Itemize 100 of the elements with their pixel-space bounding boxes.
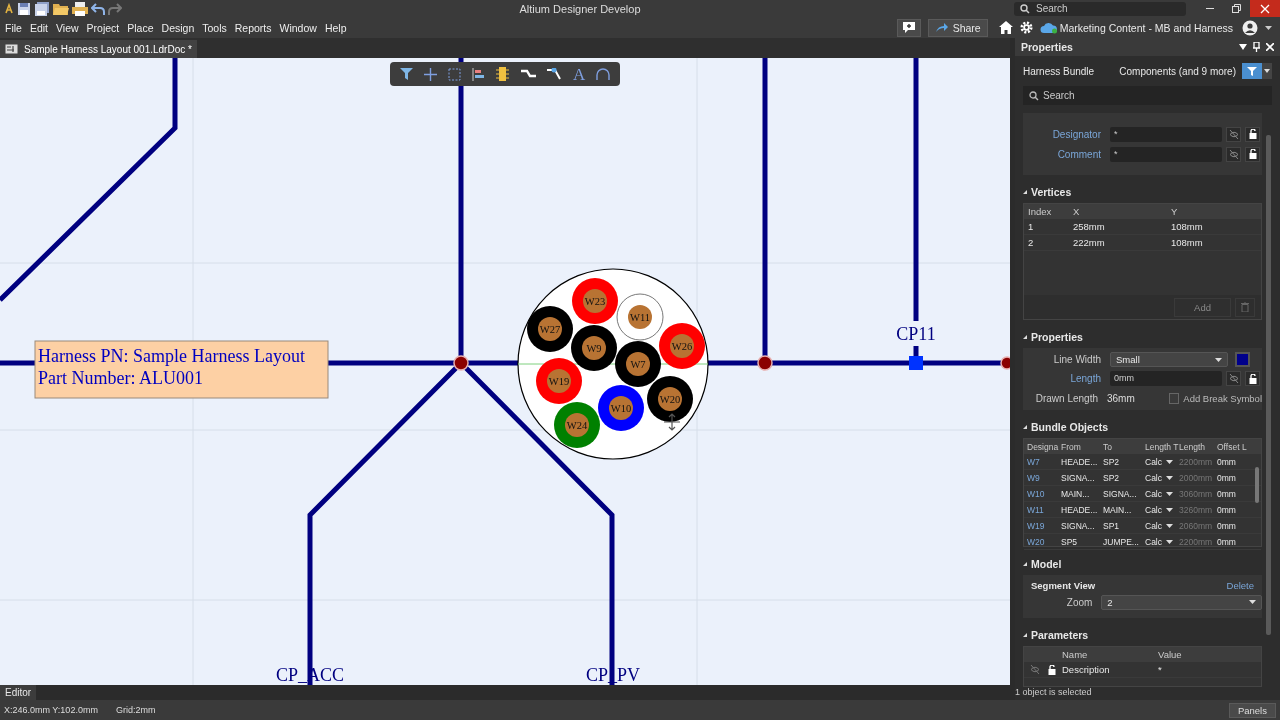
- length-type-dropdown[interactable]: Calc: [1142, 536, 1176, 547]
- workspace-button[interactable]: Marketing Content - MB and Harness: [1039, 21, 1233, 34]
- menu-item[interactable]: Edit: [29, 21, 48, 34]
- caret-icon: [1215, 357, 1222, 362]
- column-header[interactable]: Index: [1024, 206, 1069, 217]
- search-field[interactable]: Search: [1023, 86, 1272, 105]
- close-button[interactable]: [1250, 0, 1280, 17]
- length-type-dropdown[interactable]: Calc: [1142, 456, 1176, 467]
- arc-icon[interactable]: [596, 68, 611, 80]
- filter-button[interactable]: [1242, 63, 1262, 79]
- comment-button[interactable]: [896, 18, 921, 37]
- collapse-icon[interactable]: [1023, 190, 1027, 194]
- scrollbar[interactable]: [1255, 467, 1259, 503]
- column-header[interactable]: X: [1069, 206, 1167, 217]
- menu-item[interactable]: Place: [127, 21, 154, 34]
- collapse-icon[interactable]: [1023, 335, 1027, 339]
- undo-icon[interactable]: [91, 2, 105, 15]
- menu-item[interactable]: Project: [86, 21, 120, 34]
- dropdown-icon[interactable]: [1239, 44, 1247, 50]
- length-type-dropdown[interactable]: Calc: [1142, 472, 1176, 483]
- text-field[interactable]: *: [1110, 126, 1222, 142]
- visibility-toggle[interactable]: [1226, 126, 1241, 142]
- color-swatch[interactable]: [1235, 352, 1250, 368]
- document-tab[interactable]: Sample Harness Layout 001.LdrDoc *: [0, 40, 197, 58]
- column-header[interactable]: To: [1100, 441, 1142, 452]
- filter-icon[interactable]: [399, 68, 413, 80]
- selection-status: 1 object is selected: [1015, 687, 1093, 699]
- filter-dropdown[interactable]: [1262, 63, 1272, 79]
- pin-icon[interactable]: [1253, 42, 1260, 52]
- table-cell-text: 1: [1027, 221, 1035, 232]
- lock-toggle[interactable]: [1245, 126, 1260, 142]
- table-cell-text: 3060mm: [1178, 488, 1214, 499]
- crosshair-icon[interactable]: [423, 67, 437, 81]
- designator-link[interactable]: W19: [1024, 520, 1058, 531]
- column-header[interactable]: Name: [1058, 649, 1154, 660]
- column-header[interactable]: From: [1058, 441, 1100, 452]
- designator-link[interactable]: W11: [1024, 504, 1058, 515]
- caret-icon: [1264, 69, 1270, 73]
- panels-button[interactable]: Panels: [1228, 702, 1276, 718]
- save-all-icon[interactable]: [34, 1, 50, 16]
- designator-link[interactable]: W20: [1024, 536, 1058, 547]
- line-width-dropdown[interactable]: Small: [1110, 352, 1228, 368]
- search-field[interactable]: Search: [1014, 1, 1186, 16]
- field-label: Comment: [1056, 148, 1102, 160]
- lock-toggle[interactable]: [1245, 146, 1260, 162]
- menu-item[interactable]: Window: [279, 21, 317, 34]
- column-header[interactable]: Value: [1154, 649, 1234, 660]
- lock-icon[interactable]: [1048, 664, 1056, 675]
- visibility-icon[interactable]: [1030, 665, 1040, 674]
- redo-icon[interactable]: [108, 2, 122, 15]
- save-icon[interactable]: [17, 1, 31, 16]
- settings-icon[interactable]: [1019, 21, 1033, 34]
- print-icon[interactable]: [72, 1, 88, 16]
- eye-off-icon: [1228, 129, 1239, 139]
- lock-toggle[interactable]: [1245, 371, 1260, 387]
- caret-icon[interactable]: [1265, 25, 1272, 30]
- delete-button[interactable]: [1235, 297, 1255, 317]
- home-icon[interactable]: [998, 21, 1013, 34]
- designator-link[interactable]: W10: [1024, 488, 1058, 499]
- visibility-toggle[interactable]: [1226, 371, 1241, 387]
- folder-icon[interactable]: [53, 2, 69, 15]
- column-header[interactable]: Designa: [1024, 441, 1058, 452]
- splice-icon[interactable]: [546, 68, 562, 80]
- collapse-icon[interactable]: [1023, 425, 1027, 429]
- zoom-dropdown[interactable]: 2: [1101, 594, 1262, 610]
- share-button[interactable]: Share: [927, 18, 988, 37]
- designator-link[interactable]: W7: [1024, 456, 1058, 467]
- align-icon[interactable]: [472, 67, 486, 81]
- text-field[interactable]: *: [1110, 146, 1222, 162]
- menu-item[interactable]: File: [5, 21, 22, 34]
- editor-tab[interactable]: Editor: [0, 685, 37, 700]
- column-header[interactable]: Y: [1167, 206, 1257, 217]
- text-tool[interactable]: A: [572, 65, 586, 83]
- menu-item[interactable]: Help: [324, 21, 347, 34]
- menu-item[interactable]: Reports: [234, 21, 272, 34]
- collapse-icon[interactable]: [1023, 633, 1027, 637]
- length-type-dropdown[interactable]: Calc: [1142, 488, 1176, 499]
- field-value: 36mm: [1107, 392, 1136, 404]
- menu-item[interactable]: Tools: [202, 21, 227, 34]
- visibility-toggle[interactable]: [1226, 146, 1241, 162]
- designator-link[interactable]: W9: [1024, 472, 1058, 483]
- close-icon[interactable]: [1266, 43, 1274, 51]
- length-type-dropdown[interactable]: Calc: [1142, 520, 1176, 531]
- table-cell-text: JUMPE...: [1102, 536, 1140, 547]
- caret-icon: [1166, 539, 1173, 544]
- delete-link[interactable]: Delete: [1226, 580, 1254, 591]
- text-field[interactable]: 0mm: [1110, 371, 1222, 387]
- menu-item[interactable]: View: [56, 21, 79, 34]
- component-icon[interactable]: [496, 67, 510, 81]
- wire-icon[interactable]: [520, 69, 536, 79]
- document-icon: [5, 44, 18, 54]
- length-type-dropdown[interactable]: Calc: [1142, 504, 1176, 515]
- collapse-icon[interactable]: [1023, 562, 1027, 566]
- search-icon: [1029, 90, 1039, 101]
- checkbox[interactable]: [1168, 392, 1180, 404]
- search-icon: [1020, 3, 1030, 14]
- scrollbar[interactable]: [1266, 135, 1271, 635]
- menu-item[interactable]: Design: [161, 21, 195, 34]
- user-icon[interactable]: [1242, 19, 1258, 36]
- column-header[interactable]: Offset L: [1214, 441, 1248, 452]
